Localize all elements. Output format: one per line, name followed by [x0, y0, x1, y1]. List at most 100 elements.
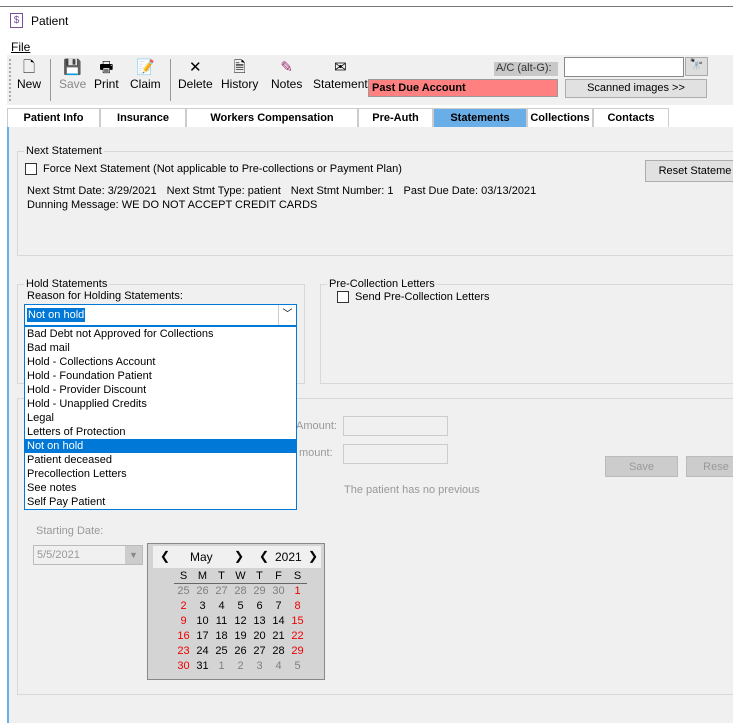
calendar-day[interactable]: 29: [250, 584, 269, 599]
calendar-day[interactable]: 12: [231, 614, 250, 629]
calendar-day[interactable]: 6: [250, 599, 269, 614]
dropdown-option[interactable]: Bad mail: [25, 341, 296, 355]
statement-button[interactable]: ✉ Statement: [313, 59, 368, 91]
force-next-statement-checkbox[interactable]: Force Next Statement (Not applicable to …: [25, 163, 402, 176]
calendar-day[interactable]: 1: [212, 659, 231, 674]
calendar-day[interactable]: 1: [288, 584, 307, 599]
calendar-day[interactable]: 3: [193, 599, 212, 614]
next-month-icon[interactable]: ❯: [234, 549, 244, 563]
checkbox[interactable]: [25, 163, 37, 176]
amount-input[interactable]: [343, 416, 448, 436]
chevron-down-icon[interactable]: ﹀: [278, 305, 296, 325]
save-plan-button[interactable]: Save: [605, 456, 678, 477]
calendar-day[interactable]: 4: [269, 659, 288, 674]
calendar-day[interactable]: 27: [250, 644, 269, 659]
dropdown-option[interactable]: Letters of Protection: [25, 425, 296, 439]
calendar-day[interactable]: 16: [174, 629, 193, 644]
year-label[interactable]: 2021: [275, 550, 302, 564]
notes-icon: ✎: [280, 59, 293, 76]
dropdown-option[interactable]: Hold - Collections Account: [25, 355, 296, 369]
calendar-day[interactable]: 30: [269, 584, 288, 599]
calendar-day[interactable]: 28: [269, 644, 288, 659]
calendar-day[interactable]: 24: [193, 644, 212, 659]
tab-patient-info[interactable]: Patient Info: [7, 108, 100, 128]
calendar-day[interactable]: 25: [174, 584, 193, 599]
tab-pre-auth[interactable]: Pre-Auth: [358, 108, 433, 128]
calendar-day[interactable]: 13: [250, 614, 269, 629]
calendar-day[interactable]: 20: [250, 629, 269, 644]
calendar-day[interactable]: 26: [231, 644, 250, 659]
calendar-day[interactable]: 8: [288, 599, 307, 614]
next-stmt-type: Next Stmt Type: patient: [166, 185, 281, 197]
scanned-images-button[interactable]: Scanned images >>: [565, 79, 707, 98]
calendar-day[interactable]: 22: [288, 629, 307, 644]
amount-input-2[interactable]: [343, 444, 448, 464]
calendar-day[interactable]: 27: [212, 584, 231, 599]
starting-date-picker[interactable]: 5/5/2021 ▼: [33, 545, 143, 565]
group-label: Next Statement: [24, 145, 104, 157]
dropdown-option[interactable]: Self Pay Patient: [25, 495, 296, 509]
calendar-day[interactable]: 31: [193, 659, 212, 674]
tab-workers-compensation[interactable]: Workers Compensation: [186, 108, 358, 128]
calendar-day[interactable]: 4: [212, 599, 231, 614]
statement-icon: ✉: [334, 59, 347, 76]
prev-year-icon[interactable]: ❮: [259, 549, 269, 563]
reset-plan-button[interactable]: Rese: [686, 456, 733, 477]
calendar-day[interactable]: 18: [212, 629, 231, 644]
calendar-day[interactable]: 23: [174, 644, 193, 659]
calendar-day[interactable]: 26: [193, 584, 212, 599]
calendar-day[interactable]: 14: [269, 614, 288, 629]
hold-reason-combo[interactable]: Not on hold ﹀: [24, 304, 297, 326]
calendar-day[interactable]: 5: [288, 659, 307, 674]
menu-file[interactable]: File: [11, 40, 30, 54]
tab-collections[interactable]: Collections: [527, 108, 593, 128]
tab-contacts[interactable]: Contacts: [593, 108, 669, 128]
dropdown-option[interactable]: Bad Debt not Approved for Collections: [25, 327, 296, 341]
calendar-day[interactable]: 2: [231, 659, 250, 674]
reset-statement-button[interactable]: Reset Stateme: [645, 160, 733, 182]
calendar-day[interactable]: 19: [231, 629, 250, 644]
window-border: [0, 6, 733, 7]
dropdown-option[interactable]: Hold - Provider Discount: [25, 383, 296, 397]
calendar-day[interactable]: 9: [174, 614, 193, 629]
print-button[interactable]: 🖶 Print: [94, 59, 119, 91]
calendar-day[interactable]: 25: [212, 644, 231, 659]
dropdown-option[interactable]: Patient deceased: [25, 453, 296, 467]
calendar-day[interactable]: 21: [269, 629, 288, 644]
calendar-day[interactable]: 17: [193, 629, 212, 644]
calendar-day[interactable]: 15: [288, 614, 307, 629]
account-input[interactable]: [564, 57, 684, 77]
calendar-day[interactable]: 3: [250, 659, 269, 674]
dropdown-option[interactable]: Precollection Letters: [25, 467, 296, 481]
delete-button[interactable]: ✕ Delete: [178, 59, 213, 91]
tab-insurance[interactable]: Insurance: [100, 108, 186, 128]
prev-month-icon[interactable]: ❮: [160, 549, 170, 563]
new-button[interactable]: 🗋 New: [17, 59, 41, 91]
calendar-day[interactable]: 28: [231, 584, 250, 599]
notes-button[interactable]: ✎ Notes: [271, 59, 302, 91]
tab-statements[interactable]: Statements: [433, 108, 527, 128]
next-year-icon[interactable]: ❯: [308, 549, 318, 563]
dropdown-option[interactable]: See notes: [25, 481, 296, 495]
history-button[interactable]: 🗎 History: [221, 59, 258, 91]
dropdown-option[interactable]: Legal: [25, 411, 296, 425]
dropdown-option[interactable]: Not on hold: [25, 439, 296, 453]
month-label[interactable]: May: [190, 550, 213, 564]
claim-button[interactable]: 📝 Claim: [130, 59, 161, 91]
calendar-day[interactable]: 7: [269, 599, 288, 614]
calendar-day[interactable]: 29: [288, 644, 307, 659]
calendar-day[interactable]: 10: [193, 614, 212, 629]
calendar-day[interactable]: 5: [231, 599, 250, 614]
checkbox[interactable]: [337, 291, 349, 304]
binoculars-search-icon[interactable]: 🔭: [685, 57, 708, 76]
window-title: Patient: [31, 13, 69, 28]
chevron-down-icon[interactable]: ▼: [125, 546, 142, 564]
calendar-day[interactable]: 11: [212, 614, 231, 629]
calendar-day[interactable]: 2: [174, 599, 193, 614]
send-pre-collection-checkbox[interactable]: Send Pre-Collection Letters: [337, 291, 490, 304]
calendar-day[interactable]: 30: [174, 659, 193, 674]
dropdown-option[interactable]: Hold - Unapplied Credits: [25, 397, 296, 411]
toolbar-grip[interactable]: [9, 59, 11, 101]
save-button[interactable]: 💾 Save: [59, 59, 86, 91]
dropdown-option[interactable]: Hold - Foundation Patient: [25, 369, 296, 383]
